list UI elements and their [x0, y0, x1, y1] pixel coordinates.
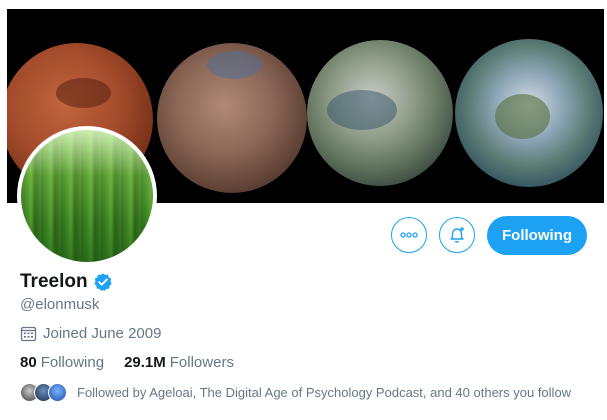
profile-name: Treelon: [20, 271, 88, 292]
planet-terraform-1-image: [157, 43, 307, 193]
more-icon: [400, 232, 418, 238]
followers-link[interactable]: 29.1M Followers: [124, 354, 234, 371]
calendar-icon: [20, 326, 37, 342]
joined-date: Joined June 2009: [20, 325, 161, 342]
planet-terraform-2-image: [307, 40, 453, 186]
following-link[interactable]: 80 Following: [20, 354, 104, 371]
avatar-forest-image: [21, 130, 153, 262]
followers-label: Followers: [169, 354, 234, 371]
more-options-button[interactable]: [391, 217, 427, 253]
following-count: 80: [20, 354, 37, 371]
follower-avatar: [48, 383, 67, 402]
profile-stats: 80 Following 29.1M Followers: [20, 354, 254, 371]
profile-handle: @elonmusk: [20, 296, 100, 313]
profile-name-row: Treelon: [20, 271, 113, 293]
following-button-label: Following: [502, 227, 572, 244]
following-label: Following: [40, 354, 105, 371]
planet-terraform-3-image: [455, 39, 603, 187]
followed-by-text: Followed by Ageloai, The Digital Age of …: [77, 385, 572, 400]
followed-by-row[interactable]: Followed by Ageloai, The Digital Age of …: [20, 383, 571, 402]
notification-bell-icon: [450, 227, 464, 243]
following-button[interactable]: Following: [487, 216, 587, 255]
notifications-button[interactable]: [439, 217, 475, 253]
joined-text: Joined June 2009: [43, 325, 162, 342]
followers-count: 29.1M: [124, 354, 166, 371]
profile-avatar[interactable]: [17, 126, 157, 266]
verified-badge-icon: [93, 273, 112, 291]
